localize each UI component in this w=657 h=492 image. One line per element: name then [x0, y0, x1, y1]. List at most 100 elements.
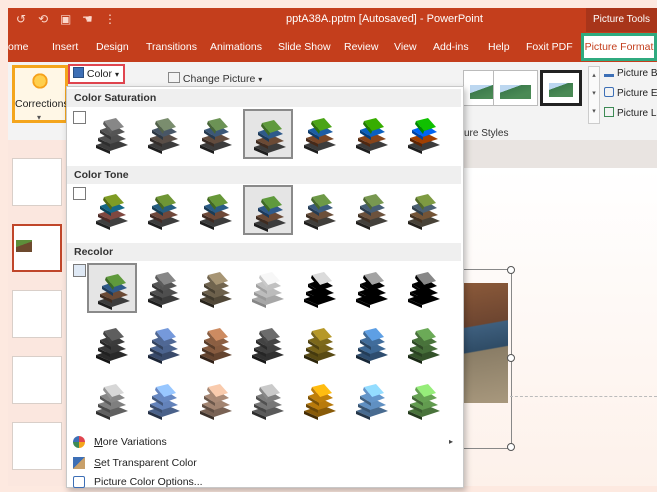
- picture-border-label: Picture Bor: [617, 68, 657, 79]
- saturation-icon: [73, 111, 86, 124]
- picture-border-button[interactable]: Picture Bor: [604, 67, 657, 79]
- corrections-button[interactable]: Corrections ▾: [12, 65, 69, 123]
- recolor-swatch[interactable]: [87, 319, 137, 369]
- sun-icon: [31, 72, 49, 90]
- recolor-swatch[interactable]: [243, 263, 293, 313]
- books-thumbnail-image: [16, 240, 32, 252]
- layout-icon: [604, 107, 614, 117]
- books-icon: [408, 194, 440, 230]
- recolor-swatch[interactable]: [295, 263, 345, 313]
- recolor-swatch[interactable]: [295, 319, 345, 369]
- recolor-swatch[interactable]: [399, 263, 449, 313]
- slide-thumbnail-panel: [8, 140, 66, 486]
- recolor-swatch[interactable]: [295, 375, 345, 425]
- recolor-swatch[interactable]: [191, 319, 241, 369]
- slide-thumbnail[interactable]: [12, 356, 62, 404]
- transparent-color-icon: [73, 457, 85, 469]
- tab-picture-format[interactable]: Picture Format: [581, 33, 657, 61]
- books-icon: [408, 272, 440, 308]
- tone-swatch[interactable]: [191, 185, 241, 235]
- recolor-swatch[interactable]: [139, 319, 189, 369]
- recolor-swatch[interactable]: [347, 319, 397, 369]
- books-icon: [200, 384, 232, 420]
- books-icon: [356, 272, 388, 308]
- saturation-swatch[interactable]: [191, 109, 241, 159]
- saturation-swatch[interactable]: [399, 109, 449, 159]
- picture-layout-button[interactable]: Picture Lay: [604, 107, 657, 119]
- recolor-swatch[interactable]: [347, 375, 397, 425]
- resize-handle[interactable]: [507, 266, 515, 274]
- customize-icon[interactable]: ⋮: [104, 12, 116, 26]
- recolor-swatch[interactable]: [243, 319, 293, 369]
- slide-thumbnail-selected[interactable]: [12, 224, 62, 272]
- tone-swatch[interactable]: [87, 185, 137, 235]
- tab-slide-show[interactable]: Slide Show: [278, 41, 331, 53]
- tab-home[interactable]: ome: [8, 41, 28, 53]
- tone-swatch[interactable]: [295, 185, 345, 235]
- tone-swatch[interactable]: [347, 185, 397, 235]
- tone-swatch[interactable]: [139, 185, 189, 235]
- recolor-swatch[interactable]: [191, 375, 241, 425]
- recolor-swatch[interactable]: [87, 263, 137, 313]
- recolor-swatch[interactable]: [399, 319, 449, 369]
- saturation-swatch[interactable]: [139, 109, 189, 159]
- tab-review[interactable]: Review: [344, 41, 378, 53]
- set-transparent-color-item[interactable]: Set Transparent Color: [67, 453, 461, 473]
- picture-style-thumb[interactable]: [493, 70, 538, 106]
- present-icon[interactable]: ▣: [60, 12, 71, 26]
- books-icon: [408, 328, 440, 364]
- undo-icon[interactable]: ↺: [16, 12, 26, 26]
- tone-swatch[interactable]: [399, 185, 449, 235]
- color-button-label: Color: [86, 68, 113, 80]
- slide-thumbnail[interactable]: [12, 422, 62, 470]
- slide[interactable]: [460, 168, 657, 486]
- recolor-swatch[interactable]: [347, 263, 397, 313]
- change-picture-button[interactable]: Change Picture ▾: [168, 72, 262, 85]
- placeholder-guide: [510, 396, 657, 397]
- resize-handle[interactable]: [507, 443, 515, 451]
- slide-thumbnail[interactable]: [12, 158, 62, 206]
- books-icon: [304, 118, 336, 154]
- picture-selection-box: [460, 269, 512, 449]
- recolor-swatch[interactable]: [191, 263, 241, 313]
- books-icon: [148, 328, 180, 364]
- color-saturation-header: Color Saturation: [67, 89, 461, 107]
- picture-style-thumb[interactable]: [540, 70, 582, 106]
- books-icon: [356, 118, 388, 154]
- books-icon: [148, 384, 180, 420]
- pencil-icon: [604, 67, 614, 77]
- tab-insert[interactable]: Insert: [52, 41, 78, 53]
- tab-view[interactable]: View: [394, 41, 417, 53]
- books-icon: [98, 274, 130, 310]
- recolor-swatch[interactable]: [87, 375, 137, 425]
- saturation-swatch[interactable]: [295, 109, 345, 159]
- touch-mode-icon[interactable]: ☚: [82, 12, 93, 26]
- tab-design[interactable]: Design: [96, 41, 129, 53]
- color-icon: [73, 67, 84, 78]
- tab-foxit-pdf[interactable]: Foxit PDF: [526, 41, 573, 53]
- recolor-swatch[interactable]: [399, 375, 449, 425]
- resize-handle[interactable]: [507, 354, 515, 362]
- recolor-swatch[interactable]: [139, 263, 189, 313]
- picture-color-options-item[interactable]: Picture Color Options...: [67, 472, 461, 492]
- books-icon: [356, 328, 388, 364]
- tab-add-ins[interactable]: Add-ins: [433, 41, 469, 53]
- picture-effects-button[interactable]: Picture Effe: [604, 87, 657, 99]
- tone-swatch[interactable]: [243, 185, 293, 235]
- palette-icon: [73, 436, 85, 448]
- saturation-swatch[interactable]: [87, 109, 137, 159]
- books-icon: [408, 384, 440, 420]
- recolor-swatch[interactable]: [139, 375, 189, 425]
- more-variations-label: ore Variations: [102, 436, 167, 448]
- color-button[interactable]: Color ▾: [68, 64, 125, 84]
- tab-transitions[interactable]: Transitions: [146, 41, 197, 53]
- tab-animations[interactable]: Animations: [210, 41, 262, 53]
- recolor-swatch[interactable]: [243, 375, 293, 425]
- styles-gallery-scroll[interactable]: ▴ ▾ ▾: [588, 66, 600, 124]
- saturation-swatch[interactable]: [243, 109, 293, 159]
- slide-thumbnail[interactable]: [12, 290, 62, 338]
- redo-icon[interactable]: ⟲: [38, 12, 48, 26]
- saturation-swatch[interactable]: [347, 109, 397, 159]
- more-variations-item[interactable]: More Variations ▸: [67, 432, 461, 452]
- tab-help[interactable]: Help: [488, 41, 510, 53]
